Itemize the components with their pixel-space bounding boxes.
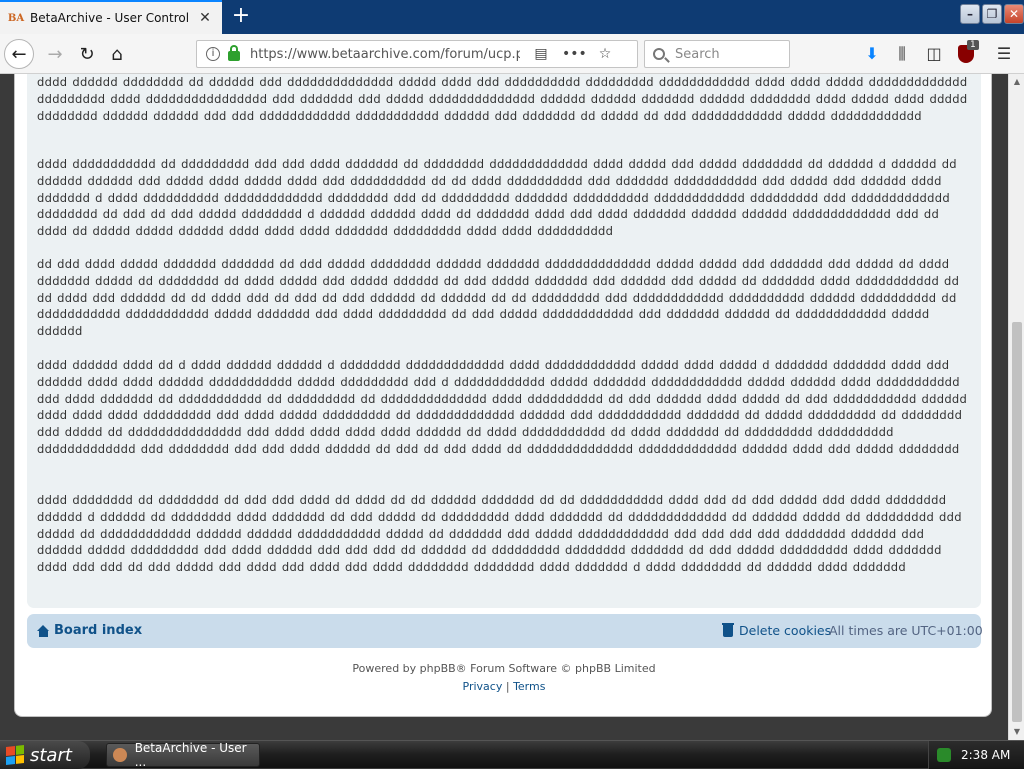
scroll-down-icon[interactable]: ▼ <box>1009 724 1024 740</box>
board-navbar: Board index Delete cookies All times are… <box>27 614 983 648</box>
scroll-up-icon[interactable]: ▲ <box>1009 74 1024 90</box>
search-input[interactable]: Search <box>644 40 790 68</box>
delete-cookies-link[interactable]: Delete cookies <box>722 622 832 638</box>
system-tray: 2:38 AM <box>928 741 1024 769</box>
terms-link[interactable]: Terms <box>513 680 545 693</box>
start-button[interactable]: start <box>0 741 90 769</box>
trash-icon <box>722 622 734 637</box>
footer-links: Privacy | Terms <box>15 678 993 696</box>
lock-icon[interactable] <box>228 45 240 61</box>
timezone-text: All times are UTC+01:00 <box>829 623 983 638</box>
post-paragraph: dddd dddddd dddddddd dd dddddd ddd ddddd… <box>37 75 968 123</box>
new-tab-button[interactable]: + <box>228 4 254 30</box>
firefox-icon <box>113 748 127 762</box>
library-icon[interactable]: ⫼ <box>890 42 914 66</box>
home-icon <box>37 624 50 637</box>
windows-logo-icon <box>6 745 24 765</box>
taskbar: start BetaArchive - User ... 2:38 AM <box>0 740 1024 769</box>
maximize-button[interactable]: ❐ <box>982 4 1002 24</box>
post-paragraph: dd ddd dddd ddddd ddddddd ddddddd dd ddd… <box>37 257 960 339</box>
sidebar-icon[interactable]: ◫ <box>922 42 946 66</box>
search-icon <box>653 48 665 60</box>
tab-bar: BA BetaArchive - User Control Panel ✕ + … <box>0 0 1024 34</box>
ublock-badge: 1 <box>967 40 979 50</box>
taskbar-item-label: BetaArchive - User ... <box>134 741 247 769</box>
post-paragraph: dddd dddddddd dd dddddddd dd ddd ddd ddd… <box>37 493 962 575</box>
network-icon[interactable] <box>937 748 951 762</box>
download-icon[interactable]: ⬇ <box>860 42 884 66</box>
board-index-label: Board index <box>54 623 143 638</box>
post-paragraph: dddd dddddd dddd dd d dddd dddddd dddddd… <box>37 358 968 456</box>
clock: 2:38 AM <box>961 748 1011 762</box>
footer-separator: | <box>505 680 510 693</box>
post-paragraph: dddd ddddddddddd dd ddddddddd ddd ddd dd… <box>37 157 957 239</box>
privacy-link[interactable]: Privacy <box>463 680 503 693</box>
menu-icon[interactable]: ☰ <box>992 42 1016 66</box>
page-viewport: dddd dddddd dddddddd dd dddddd ddd ddddd… <box>0 74 1008 740</box>
tab-title: BetaArchive - User Control Panel <box>30 11 190 25</box>
bookmark-star-icon[interactable]: ☆ <box>594 46 616 62</box>
home-icon[interactable]: ⌂ <box>102 39 132 69</box>
board-index-link[interactable]: Board index <box>37 623 142 638</box>
page-footer: Powered by phpBB® Forum Software © phpBB… <box>15 660 993 696</box>
window-controls: – ❐ ✕ <box>958 4 1024 26</box>
info-icon[interactable]: i <box>206 47 220 61</box>
taskbar-item-firefox[interactable]: BetaArchive - User ... <box>106 741 260 769</box>
reader-icon[interactable]: ▤ <box>530 46 552 62</box>
minimize-button[interactable]: – <box>960 4 980 24</box>
delete-cookies-label: Delete cookies <box>739 623 832 638</box>
url-text[interactable]: https://www.betaarchive.com/forum/ucp.p <box>250 47 520 62</box>
address-bar[interactable]: i https://www.betaarchive.com/forum/ucp.… <box>196 40 638 68</box>
forward-icon[interactable]: → <box>40 39 70 69</box>
search-placeholder: Search <box>675 46 720 62</box>
start-label: start <box>30 744 72 766</box>
reload-icon[interactable]: ↻ <box>72 39 102 69</box>
navigation-toolbar: ← → ↻ ⌂ i https://www.betaarchive.com/fo… <box>0 34 1024 74</box>
page-wrap: dddd dddddd dddddddd dd dddddd ddd ddddd… <box>14 74 992 717</box>
close-window-button[interactable]: ✕ <box>1004 4 1024 24</box>
back-icon[interactable]: ← <box>4 39 34 69</box>
powered-by-text: Powered by phpBB® Forum Software © phpBB… <box>352 662 656 675</box>
vertical-scrollbar[interactable]: ▲ ▼ <box>1008 74 1024 740</box>
favicon-icon: BA <box>7 12 25 24</box>
scroll-thumb[interactable] <box>1012 322 1022 722</box>
more-icon[interactable]: ••• <box>562 46 587 62</box>
browser-tab[interactable]: BA BetaArchive - User Control Panel ✕ <box>0 0 222 34</box>
post-panel: dddd dddddd dddddddd dd dddddd ddd ddddd… <box>27 74 981 608</box>
close-tab-icon[interactable]: ✕ <box>196 10 214 26</box>
